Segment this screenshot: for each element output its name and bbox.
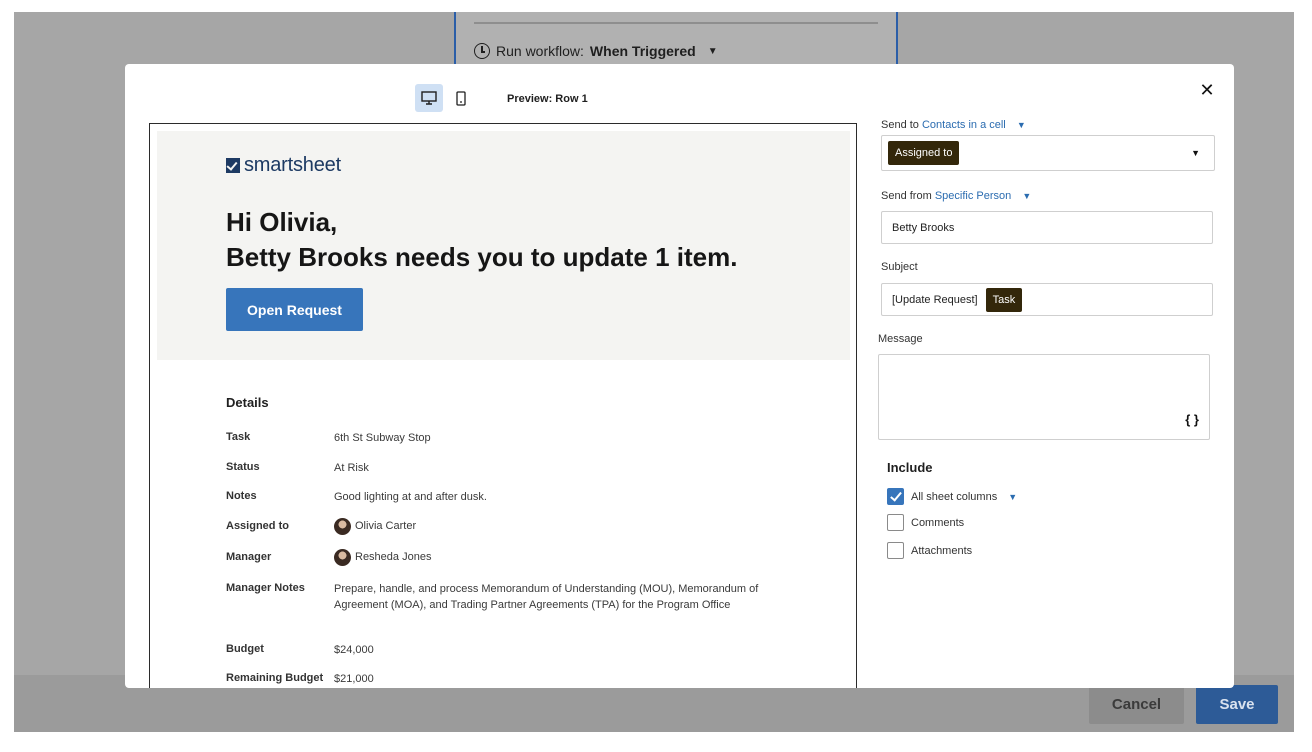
detail-value: $21,000 (334, 673, 374, 685)
logo-text: smartsheet (244, 154, 341, 176)
detail-key: Assigned to (226, 520, 289, 532)
email-preview-modal: Preview: Row 1 ✕ smartsheet Hi Olivia, B… (125, 64, 1234, 688)
assigned-to-tag[interactable]: Assigned to (888, 141, 960, 165)
option-label: All sheet columns (911, 490, 998, 503)
caret-down-icon[interactable]: ▼ (1022, 191, 1031, 201)
caret-down-icon[interactable]: ▼ (1017, 120, 1026, 130)
caret-down-icon[interactable]: ▼ (1008, 492, 1017, 502)
detail-key: Task (226, 431, 251, 443)
message-label: Message (878, 333, 923, 345)
include-option[interactable]: All sheet columns ▼ (887, 488, 1017, 505)
detail-key: Budget (226, 643, 264, 655)
detail-row: Status At Risk (226, 461, 369, 477)
greeting-line-1: Hi Olivia, (226, 207, 338, 237)
save-button[interactable]: Save (1196, 685, 1278, 724)
detail-key: Manager (226, 551, 272, 563)
run-workflow-row[interactable]: Run workflow: When Triggered ▼ (474, 43, 718, 59)
open-request-button[interactable]: Open Request (226, 288, 363, 331)
smartsheet-logo-icon (226, 158, 240, 173)
phone-icon (456, 90, 466, 106)
details-title: Details (226, 395, 269, 410)
send-to-text: Send to (881, 119, 919, 131)
send-to-link[interactable]: Contacts in a cell (922, 119, 1006, 131)
detail-row: Notes Good lighting at and after dusk. (226, 490, 487, 506)
send-from-text: Send from (881, 190, 932, 202)
include-title: Include (887, 460, 933, 475)
greeting-heading: Hi Olivia, Betty Brooks needs you to upd… (226, 205, 737, 275)
checkbox[interactable] (887, 514, 904, 531)
detail-row: Manager Notes Prepare, handle, and proce… (226, 582, 786, 613)
avatar (334, 549, 351, 566)
option-label: Comments (911, 516, 965, 529)
run-workflow-label: Run workflow: (496, 43, 584, 59)
greeting-line-2: Betty Brooks needs you to update 1 item. (226, 242, 738, 272)
send-to-select[interactable]: Assigned to ▼ (881, 135, 1215, 171)
monitor-icon (421, 91, 437, 105)
cancel-button[interactable]: Cancel (1089, 685, 1184, 724)
assignee-name: Olivia Carter (355, 519, 417, 532)
manager-name: Resheda Jones (355, 550, 432, 563)
detail-value: $24,000 (334, 644, 374, 656)
include-option[interactable]: Comments (887, 514, 964, 531)
send-from-link[interactable]: Specific Person (935, 190, 1011, 202)
detail-row: Manager Resheda Jones (226, 549, 431, 566)
email-preview: smartsheet Hi Olivia, Betty Brooks needs… (149, 123, 857, 688)
detail-value: Prepare, handle, and process Memorandum … (334, 583, 759, 611)
send-from-label: Send from Specific Person ▼ (881, 190, 1031, 202)
detail-row: Task 6th St Subway Stop (226, 431, 431, 447)
mobile-view-button[interactable] (447, 84, 475, 112)
send-to-label: Send to Contacts in a cell ▼ (881, 119, 1026, 131)
workflow-card: Run workflow: When Triggered ▼ (454, 12, 898, 72)
include-option[interactable]: Attachments (887, 542, 972, 559)
caret-down-icon[interactable]: ▼ (708, 46, 718, 57)
detail-value: 6th St Subway Stop (334, 432, 431, 444)
smartsheet-logo: smartsheet (226, 154, 341, 177)
checkbox-checked[interactable] (887, 488, 904, 505)
send-from-field[interactable]: Betty Brooks (881, 211, 1213, 244)
detail-value: Good lighting at and after dusk. (334, 491, 487, 503)
divider (474, 22, 878, 24)
message-field[interactable]: { } (878, 354, 1210, 440)
detail-row: Budget $24,000 (226, 643, 374, 659)
detail-value: Olivia Carter (334, 518, 416, 535)
detail-value: Resheda Jones (334, 549, 431, 566)
view-toggle (415, 84, 475, 112)
task-tag[interactable]: Task (985, 287, 1023, 312)
detail-key: Manager Notes (226, 582, 305, 594)
email-settings-panel: Send to Contacts in a cell ▼ Assigned to… (877, 64, 1234, 688)
desktop-view-button[interactable] (415, 84, 443, 112)
insert-field-icon[interactable]: { } (1185, 412, 1199, 427)
detail-row: Assigned to Olivia Carter (226, 518, 416, 535)
detail-key: Notes (226, 490, 257, 502)
detail-row: Remaining Budget $21,000 (226, 672, 374, 688)
run-workflow-value: When Triggered (589, 43, 696, 59)
avatar (334, 518, 351, 535)
caret-down-icon[interactable]: ▼ (1191, 148, 1200, 158)
preview-label: Preview: Row 1 (507, 93, 588, 105)
detail-key: Remaining Budget (226, 672, 324, 684)
subject-field[interactable]: [Update Request] Task (881, 283, 1213, 316)
checkbox[interactable] (887, 542, 904, 559)
clock-icon (474, 43, 490, 59)
email-header: smartsheet Hi Olivia, Betty Brooks needs… (157, 131, 850, 360)
detail-value: At Risk (334, 462, 369, 474)
option-label: Attachments (911, 544, 973, 557)
subject-label: Subject (881, 261, 918, 273)
detail-key: Status (226, 461, 260, 473)
subject-text: [Update Request] (892, 293, 978, 306)
